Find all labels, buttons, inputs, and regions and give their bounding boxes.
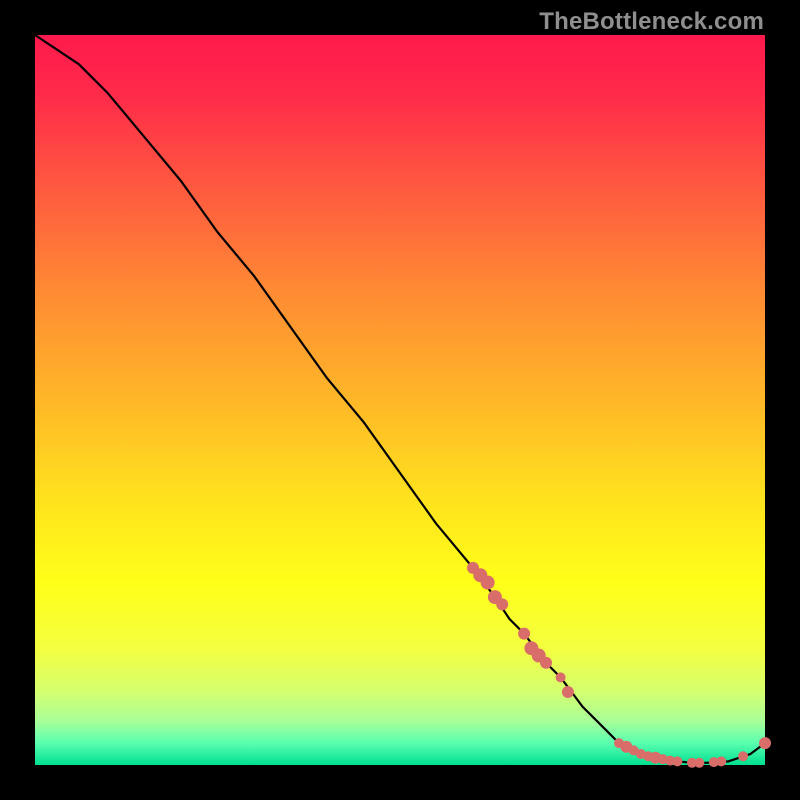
bottleneck-curve [35,35,765,763]
marker-layer [467,562,771,768]
data-point-marker [518,628,530,640]
data-point-marker [738,751,748,761]
data-point-marker [556,672,566,682]
watermark-text: TheBottleneck.com [539,8,764,36]
data-point-marker [694,758,704,768]
data-point-marker [496,598,508,610]
plot-area [35,35,765,765]
data-point-marker [540,657,552,669]
data-point-marker [759,737,771,749]
data-point-marker [672,756,682,766]
data-point-marker [481,576,495,590]
chart-overlay [35,35,765,765]
data-point-marker [716,756,726,766]
chart-frame: TheBottleneck.com [0,0,800,800]
data-point-marker [562,686,574,698]
